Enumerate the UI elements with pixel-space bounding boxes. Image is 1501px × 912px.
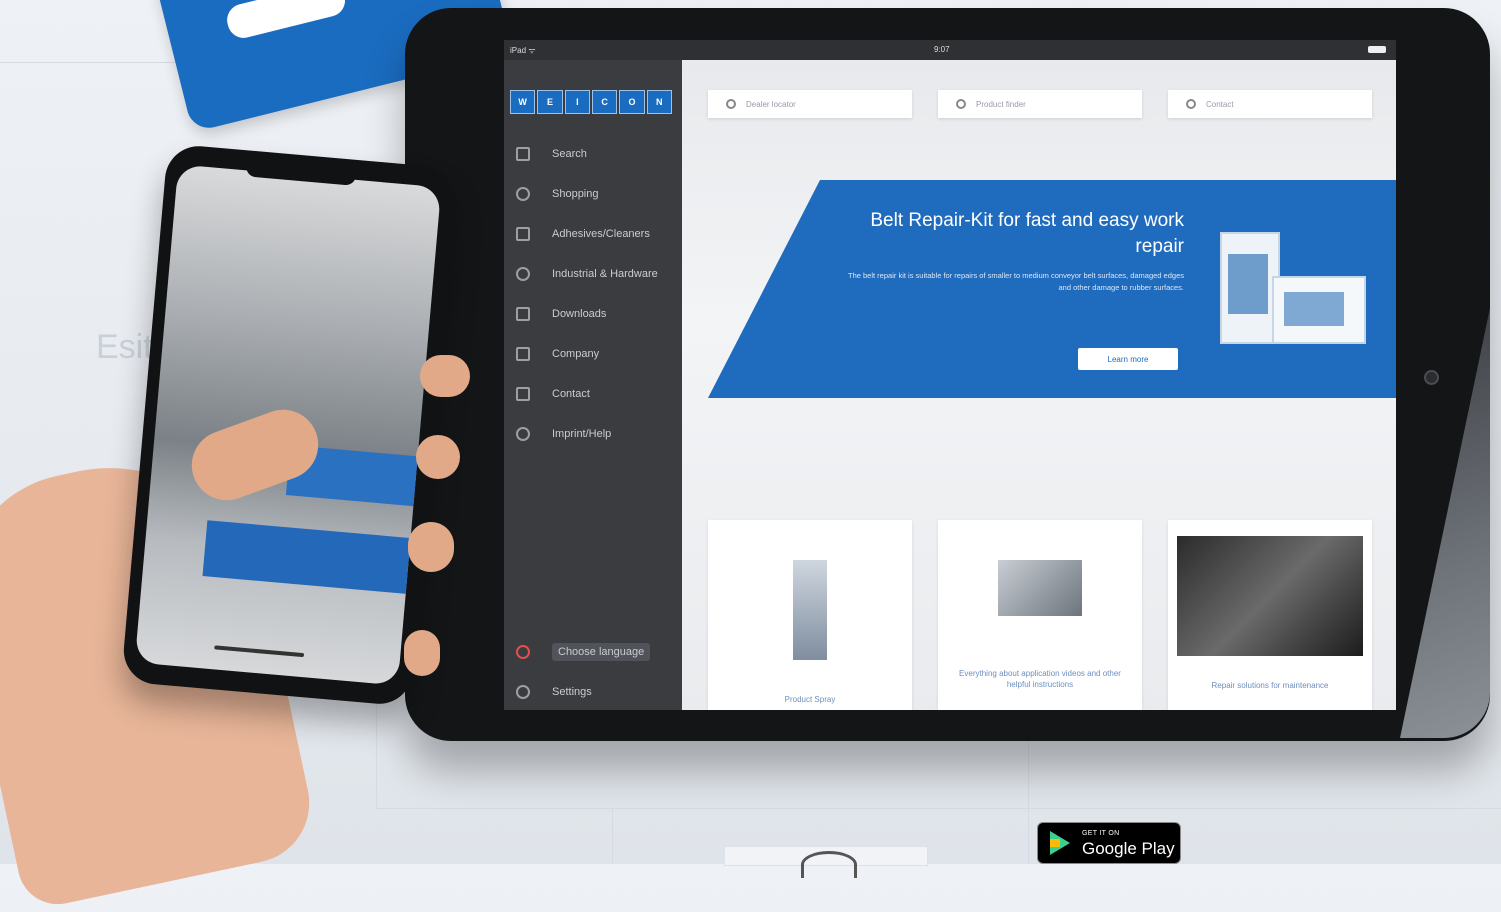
video-thumbnail-image [998, 560, 1082, 616]
gear-icon [516, 685, 530, 699]
background-line [612, 808, 613, 864]
status-time: 9:07 [934, 45, 950, 54]
sidebar-item-company[interactable]: Company [504, 334, 682, 374]
sidebar-item-shopping[interactable]: Shopping [504, 174, 682, 214]
maintenance-photo [1177, 536, 1363, 656]
sidebar-item-language[interactable]: Choose language [504, 632, 682, 672]
sidebar-item-label: Company [552, 348, 600, 360]
sidebar-item-label: Adhesives/Cleaners [552, 228, 650, 240]
layers-icon [516, 227, 530, 241]
phone-banner [202, 520, 413, 594]
background-watermark: Esit [96, 328, 153, 366]
card-caption: Everything about application videos and … [959, 669, 1121, 689]
finger [404, 630, 440, 676]
sidebar-item-industrial[interactable]: Industrial & Hardware [504, 254, 682, 294]
sidebar-menu: Search Shopping Adhesives/Cleaners Indus… [504, 134, 682, 454]
map-pin-icon [956, 99, 966, 109]
card-caption: Product Spray [784, 695, 836, 704]
finger [416, 435, 460, 479]
logo-letter: E [537, 90, 563, 114]
sidebar-item-label: Contact [552, 388, 590, 400]
finger [420, 355, 470, 397]
product-spray-image [793, 560, 827, 660]
quick-link-finder[interactable]: Product finder [938, 90, 1142, 118]
card-caption: Repair solutions for maintenance [1211, 681, 1329, 690]
quick-link-label: Product finder [976, 99, 1026, 109]
mail-icon [516, 387, 530, 401]
logo-letter: C [591, 90, 618, 114]
sidebar-item-label: Industrial & Hardware [552, 268, 658, 280]
banner-title: Belt Repair-Kit for fast and easy work r… [870, 210, 1184, 257]
logo-letter: W [510, 90, 536, 114]
background-line [376, 808, 1501, 809]
logo-letter: I [564, 90, 590, 114]
building-icon [516, 347, 530, 361]
sidebar-item-contact[interactable]: Contact [504, 374, 682, 414]
quick-link-label: Contact [1206, 99, 1234, 109]
google-play-badge[interactable]: GET IT ON Google Play [1037, 822, 1181, 864]
quick-link-label: Dealer locator [746, 99, 796, 109]
sidebar-bottom: Choose language Settings [504, 632, 682, 710]
quick-link-contact[interactable]: Contact [1168, 90, 1372, 118]
flag-icon [516, 645, 530, 659]
eye-icon [1186, 99, 1196, 109]
main-content: Dealer locator Product finder Contact Be… [682, 60, 1396, 710]
app-sidebar: W E I C O N Search Shopping Adhesives/Cl… [504, 60, 682, 710]
quick-links: Dealer locator Product finder Contact [708, 90, 1372, 118]
background-line [1028, 742, 1029, 864]
sidebar-item-imprint[interactable]: Imprint/Help [504, 414, 682, 454]
battery-icon [1368, 46, 1386, 53]
badge-small-text: GET IT ON [1082, 830, 1120, 837]
sidebar-item-settings[interactable]: Settings [504, 672, 682, 710]
sidebar-item-label: Settings [552, 686, 592, 698]
content-card[interactable]: Repair solutions for maintenance [1168, 520, 1372, 710]
logo-letter: O [619, 90, 645, 114]
sidebar-item-label: Choose language [552, 643, 651, 661]
sidebar-item-adhesives[interactable]: Adhesives/Cleaners [504, 214, 682, 254]
document-icon [516, 307, 530, 321]
quick-link-dealer[interactable]: Dealer locator [708, 90, 912, 118]
google-play-icon [1050, 831, 1070, 855]
content-cards: Product Spray Everything about applicati… [708, 520, 1372, 710]
info-icon [516, 427, 530, 441]
promo-banner: Belt Repair-Kit for fast and easy work r… [708, 180, 1396, 398]
status-device: iPad ᯤ [510, 46, 536, 55]
tablet-bezel-highlight [1400, 308, 1490, 738]
qr-code-badge[interactable] [724, 846, 928, 878]
finger [408, 522, 454, 572]
banner-description: The belt repair kit is suitable for repa… [848, 271, 1184, 292]
brand-logo[interactable]: W E I C O N [510, 90, 672, 114]
sidebar-item-label: Search [552, 148, 587, 160]
status-bar: iPad ᯤ 9:07 [504, 40, 1396, 60]
content-card[interactable]: Product Spray [708, 520, 912, 710]
tablet-camera [1424, 370, 1439, 385]
search-icon [516, 147, 530, 161]
tools-icon [516, 267, 530, 281]
sidebar-item-search[interactable]: Search [504, 134, 682, 174]
content-card[interactable]: Everything about application videos and … [938, 520, 1142, 710]
sidebar-item-downloads[interactable]: Downloads [504, 294, 682, 334]
sidebar-item-label: Downloads [552, 308, 607, 320]
repair-kit-image [1212, 226, 1372, 346]
map-pin-icon [516, 187, 530, 201]
map-pin-icon [726, 99, 736, 109]
tablet-screen: iPad ᯤ 9:07 W E I C O N Search Shopping … [504, 40, 1396, 710]
logo-letter: N [646, 90, 672, 114]
badge-store-name: Google Play [1082, 839, 1175, 858]
sidebar-item-label: Shopping [552, 188, 599, 200]
sidebar-item-label: Imprint/Help [552, 428, 612, 440]
learn-more-button[interactable]: Learn more [1078, 348, 1178, 370]
